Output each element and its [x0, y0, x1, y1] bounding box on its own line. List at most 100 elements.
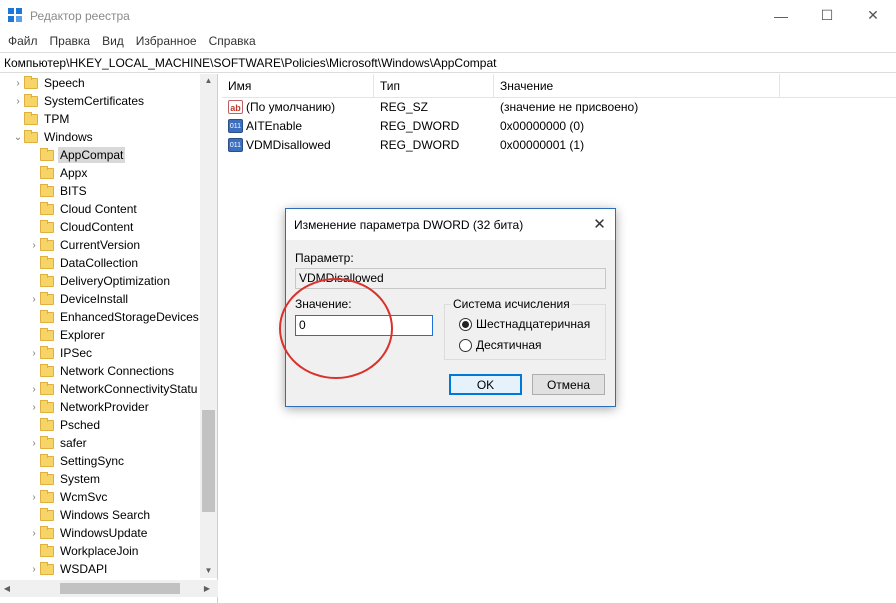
tree-item-label[interactable]: CloudContent: [58, 219, 135, 235]
scroll-left-icon[interactable]: ◀: [0, 580, 14, 597]
collapsed-chevron-icon[interactable]: ›: [28, 398, 40, 416]
scroll-thumb-horizontal[interactable]: [60, 583, 180, 594]
tree-item[interactable]: EnhancedStorageDevices: [28, 308, 201, 326]
tree-item[interactable]: › IPSec: [28, 344, 94, 362]
tree-item[interactable]: CloudContent: [28, 218, 135, 236]
tree-item-label[interactable]: safer: [58, 435, 89, 451]
tree-item-label[interactable]: BITS: [58, 183, 89, 199]
scroll-right-icon[interactable]: ▶: [200, 580, 214, 597]
collapsed-chevron-icon[interactable]: ›: [12, 74, 24, 92]
menu-edit[interactable]: Правка: [44, 31, 97, 51]
address-path[interactable]: Компьютер\HKEY_LOCAL_MACHINE\SOFTWARE\Po…: [4, 56, 496, 70]
collapsed-chevron-icon[interactable]: ›: [28, 380, 40, 398]
tree-item[interactable]: › DeviceInstall: [28, 290, 130, 308]
tree-item-label[interactable]: Windows Search: [58, 507, 152, 523]
tree-item-label[interactable]: Explorer: [58, 327, 107, 343]
expanded-chevron-icon[interactable]: ⌄: [12, 128, 24, 146]
tree-item-label[interactable]: WindowsUpdate: [58, 525, 149, 541]
tree-horizontal-scrollbar[interactable]: ◀ ▶: [0, 580, 218, 597]
tree-item-label[interactable]: TPM: [42, 111, 71, 127]
tree-item[interactable]: ⌄ Windows: [12, 128, 95, 146]
scroll-down-icon[interactable]: ▼: [200, 564, 217, 578]
tree-item[interactable]: › SystemCertificates: [12, 92, 146, 110]
dialog-close-icon[interactable]: ✕: [584, 209, 615, 240]
collapsed-chevron-icon[interactable]: ›: [28, 344, 40, 362]
collapsed-chevron-icon[interactable]: ›: [28, 524, 40, 542]
tree-item[interactable]: SettingSync: [28, 452, 126, 470]
tree-item[interactable]: Psched: [28, 416, 102, 434]
column-value[interactable]: Значение: [494, 74, 780, 98]
tree-item[interactable]: AppCompat: [28, 146, 126, 164]
collapsed-chevron-icon[interactable]: ›: [28, 488, 40, 506]
tree-item-label[interactable]: Psched: [58, 417, 102, 433]
tree-item[interactable]: WorkplaceJoin: [28, 542, 140, 560]
tree-item-label[interactable]: Windows: [42, 129, 95, 145]
maximize-button[interactable]: ☐: [804, 0, 850, 31]
tree-item-label[interactable]: CurrentVersion: [58, 237, 142, 253]
radio-decimal[interactable]: Десятичная: [459, 338, 542, 352]
tree-item-label[interactable]: WcmSvc: [58, 489, 109, 505]
tree-item[interactable]: › safer: [28, 434, 89, 452]
collapsed-chevron-icon[interactable]: ›: [28, 434, 40, 452]
tree-item-label[interactable]: WSDAPI: [58, 561, 109, 577]
tree-item[interactable]: Explorer: [28, 326, 107, 344]
tree-item-label[interactable]: DeliveryOptimization: [58, 273, 172, 289]
tree-item-label[interactable]: NetworkProvider: [58, 399, 151, 415]
tree-item[interactable]: Cloud Content: [28, 200, 139, 218]
tree-item[interactable]: › WSDAPI: [28, 560, 109, 578]
value-data-input[interactable]: 0: [295, 315, 433, 336]
tree-item-label[interactable]: EnhancedStorageDevices: [58, 309, 201, 325]
tree-item[interactable]: › WindowsUpdate: [28, 524, 149, 542]
tree-item-label[interactable]: Cloud Content: [58, 201, 139, 217]
tree-item[interactable]: › WcmSvc: [28, 488, 109, 506]
tree-item[interactable]: › Speech: [12, 74, 87, 92]
tree-item-label[interactable]: IPSec: [58, 345, 94, 361]
column-type[interactable]: Тип: [374, 74, 494, 98]
tree-item[interactable]: DeliveryOptimization: [28, 272, 172, 290]
tree-item-label[interactable]: DataCollection: [58, 255, 140, 271]
value-row[interactable]: 011 VDMDisallowed REG_DWORD 0x00000001 (1): [222, 136, 896, 155]
menu-favorites[interactable]: Избранное: [130, 31, 203, 51]
column-name[interactable]: Имя: [222, 74, 374, 98]
collapsed-chevron-icon[interactable]: ›: [28, 560, 40, 578]
value-row[interactable]: 011 AITEnable REG_DWORD 0x00000000 (0): [222, 117, 896, 136]
tree-item[interactable]: DataCollection: [28, 254, 140, 272]
scroll-up-icon[interactable]: ▲: [200, 74, 217, 88]
radio-hex-label[interactable]: Шестнадцатеричная: [476, 317, 590, 331]
value-row[interactable]: ab (По умолчанию) REG_SZ (значение не присв…: [222, 98, 896, 117]
tree-vertical-scrollbar[interactable]: ▲ ▼: [200, 74, 217, 578]
menu-help[interactable]: Справка: [203, 31, 262, 51]
tree-item[interactable]: Windows Search: [28, 506, 152, 524]
ok-button[interactable]: OK: [449, 374, 522, 395]
radio-hexadecimal[interactable]: Шестнадцатеричная: [459, 317, 590, 331]
menu-view[interactable]: Вид: [96, 31, 130, 51]
tree-item[interactable]: BITS: [28, 182, 89, 200]
tree-item-label[interactable]: WorkplaceJoin: [58, 543, 140, 559]
tree-item[interactable]: › CurrentVersion: [28, 236, 142, 254]
tree-item[interactable]: Appx: [28, 164, 89, 182]
tree-item-label[interactable]: System: [58, 471, 102, 487]
tree-item[interactable]: TPM: [12, 110, 71, 128]
tree-item-label[interactable]: Appx: [58, 165, 89, 181]
collapsed-chevron-icon[interactable]: ›: [28, 236, 40, 254]
scroll-thumb[interactable]: [202, 410, 215, 512]
tree-item-label[interactable]: DeviceInstall: [58, 291, 130, 307]
tree-item-label[interactable]: Network Connections: [58, 363, 176, 379]
tree-item-label[interactable]: AppCompat: [58, 147, 126, 163]
minimize-button[interactable]: —: [758, 0, 804, 31]
tree-item-label[interactable]: Speech: [42, 75, 87, 91]
tree-item-label[interactable]: SettingSync: [58, 453, 126, 469]
tree-item[interactable]: › NetworkProvider: [28, 398, 151, 416]
radio-dec-indicator[interactable]: [459, 338, 472, 352]
close-button[interactable]: ✕: [850, 0, 896, 31]
radio-hex-indicator[interactable]: [459, 317, 472, 331]
collapsed-chevron-icon[interactable]: ›: [28, 290, 40, 308]
tree-item[interactable]: Network Connections: [28, 362, 176, 380]
cancel-button[interactable]: Отмена: [532, 374, 605, 395]
address-bar[interactable]: Компьютер\HKEY_LOCAL_MACHINE\SOFTWARE\Po…: [0, 52, 896, 73]
collapsed-chevron-icon[interactable]: ›: [12, 92, 24, 110]
tree-item-label[interactable]: NetworkConnectivityStatu: [58, 381, 199, 397]
tree-item[interactable]: › NetworkConnectivityStatu: [28, 380, 199, 398]
radio-dec-label[interactable]: Десятичная: [476, 338, 542, 352]
tree-item[interactable]: System: [28, 470, 102, 488]
